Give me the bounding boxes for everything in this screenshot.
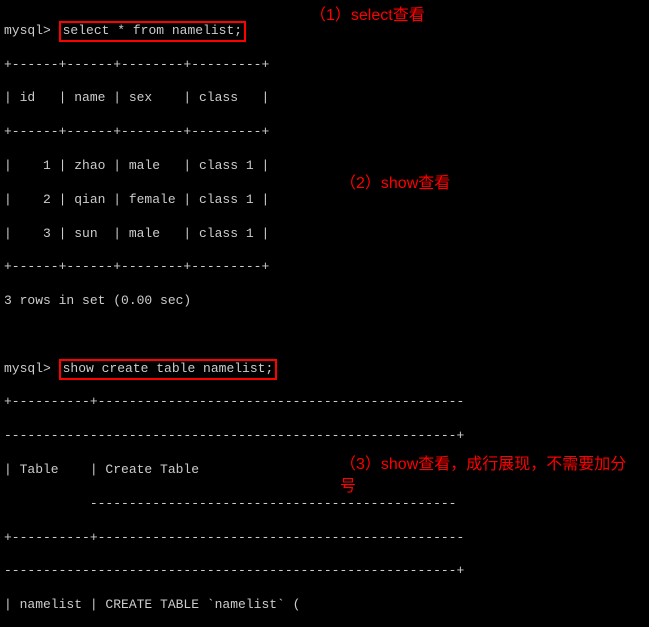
show-border: ----------------------------------------… xyxy=(4,563,645,580)
table-row: | 1 | zhao | male | class 1 | xyxy=(4,158,645,175)
table-border: +------+------+--------+---------+ xyxy=(4,124,645,141)
blank-line xyxy=(4,327,645,344)
cmd1-box: select * from namelist; xyxy=(59,21,246,42)
show-border: +----------+----------------------------… xyxy=(4,394,645,411)
mysql-prompt: mysql> xyxy=(4,23,51,38)
table-row: | 2 | qian | female | class 1 | xyxy=(4,192,645,209)
create-table-row: | namelist | CREATE TABLE `namelist` ( xyxy=(4,597,645,614)
show-border: ----------------------------------------… xyxy=(4,428,645,445)
cmd2-box: show create table namelist; xyxy=(59,359,278,380)
annotation-1: （1）select查看 xyxy=(310,6,425,27)
mysql-prompt: mysql> xyxy=(4,361,51,376)
table-border: +------+------+--------+---------+ xyxy=(4,57,645,74)
cmd2-line[interactable]: mysql> show create table namelist; xyxy=(4,361,645,378)
table-border: +------+------+--------+---------+ xyxy=(4,259,645,276)
annotation-2: （2）show查看 xyxy=(340,174,450,195)
table-header: | id | name | sex | class | xyxy=(4,90,645,107)
annotation-3: （3）show查看，成行展现，不需要加分号 xyxy=(340,454,630,499)
rows-summary: 3 rows in set (0.00 sec) xyxy=(4,293,645,310)
table-row: | 3 | sun | male | class 1 | xyxy=(4,226,645,243)
show-border: +----------+----------------------------… xyxy=(4,530,645,547)
terminal-output: mysql> select * from namelist; +------+-… xyxy=(0,0,649,627)
